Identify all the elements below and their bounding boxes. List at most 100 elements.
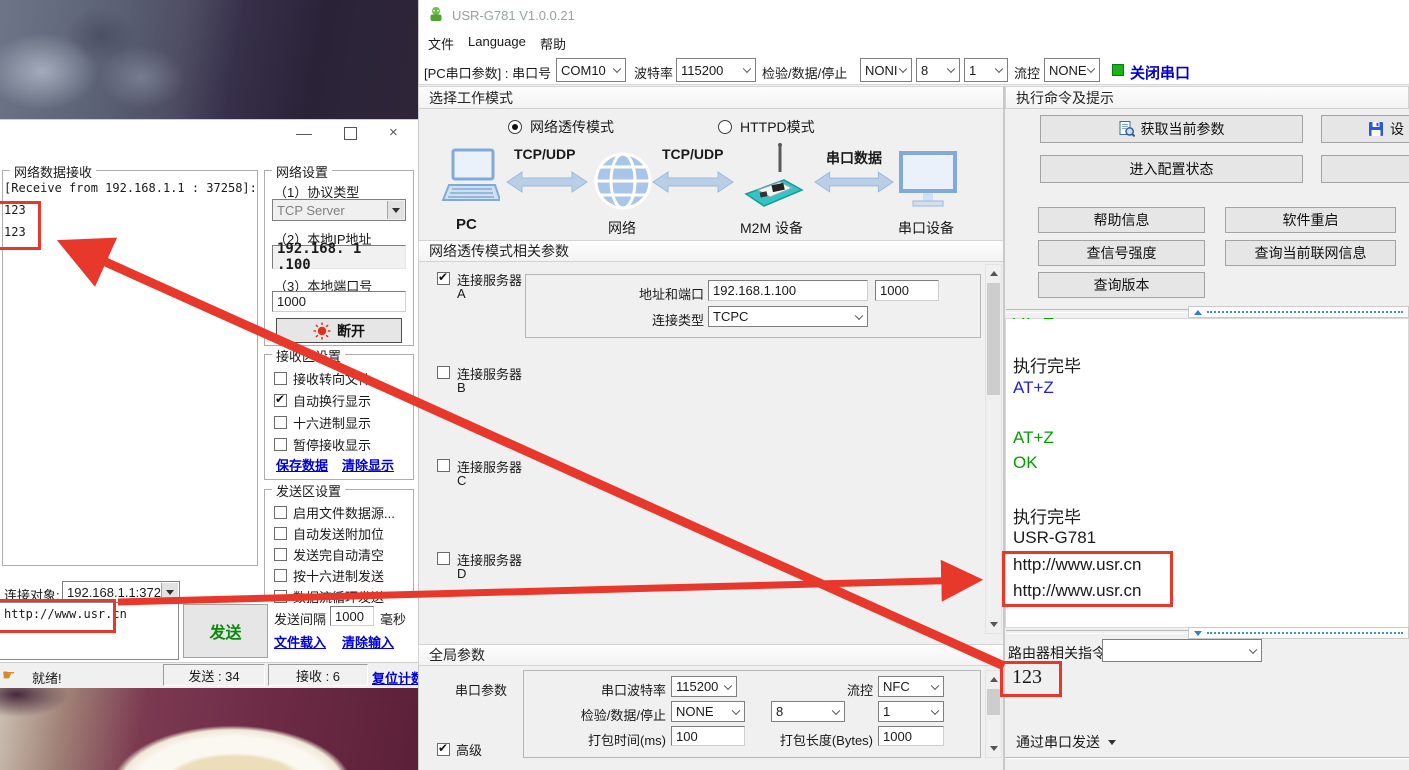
double-arrow-icon: [652, 170, 734, 194]
com-port-select[interactable]: COM10: [556, 58, 626, 82]
checkbox-hex-display[interactable]: 十六进制显示: [274, 413, 371, 432]
scroll-down-icon[interactable]: [986, 741, 1001, 756]
software-restart-button[interactable]: 软件重启: [1225, 207, 1396, 233]
g-stopbits-value: 1: [883, 704, 890, 719]
dropdown-arrow-icon[interactable]: [387, 201, 404, 219]
receive-group-title: 网络数据接收: [10, 162, 96, 181]
menu-help[interactable]: 帮助: [540, 34, 566, 53]
status-ready-text: 就绪!: [32, 668, 62, 687]
checkbox-label: 数据流循环发送: [293, 587, 384, 606]
radio-httpd-mode[interactable]: HTTPD模式: [718, 117, 815, 137]
net-info-button[interactable]: 查询当前联网信息: [1225, 240, 1396, 266]
clear-display-link[interactable]: 清除显示: [342, 455, 394, 474]
screen: × 网络数据接收 [Receive from 192.168.1.1 : 372…: [0, 0, 1409, 770]
log-splitter[interactable]: [1188, 306, 1409, 318]
enter-config-button[interactable]: 进入配置状态: [1040, 155, 1303, 183]
stopbits-select[interactable]: 1: [964, 58, 1008, 82]
pc-label: PC: [456, 216, 477, 233]
g-baud-select[interactable]: 115200: [671, 676, 737, 697]
checkbox-recv-to-file[interactable]: 接收转向文件...: [274, 369, 382, 388]
close-icon[interactable]: ×: [389, 124, 398, 141]
packlen-input[interactable]: 1000: [878, 726, 944, 746]
checkbox-file-source[interactable]: 启用文件数据源...: [274, 503, 395, 522]
checkbox-loop-send[interactable]: 数据流循环发送: [274, 587, 384, 606]
checkbox-pause-recv[interactable]: 暂停接收显示: [274, 435, 371, 454]
reset-counter-link[interactable]: 复位计数: [372, 668, 418, 687]
flow-select[interactable]: NONE: [1044, 58, 1100, 82]
packtime-input[interactable]: 100: [671, 726, 745, 746]
send-interval-input[interactable]: 1000: [330, 606, 374, 626]
maximize-icon[interactable]: [344, 127, 357, 140]
collapse-down-icon[interactable]: [1194, 631, 1202, 636]
log-line: AT+Z: [1013, 428, 1054, 448]
checkbox-auto-newline[interactable]: 自动换行显示: [274, 391, 371, 410]
net-params-scrollbar[interactable]: [985, 264, 1002, 634]
splitter-groove[interactable]: [1006, 630, 1188, 634]
server-c-checkbox[interactable]: [437, 459, 450, 472]
local-port-field[interactable]: 1000: [272, 291, 406, 312]
get-params-button[interactable]: 获取当前参数: [1040, 115, 1303, 143]
conn-type-label: 连接类型: [604, 310, 704, 329]
g-stopbits-select[interactable]: 1: [878, 701, 944, 722]
checkbox-auto-append[interactable]: 自动发送附加位: [274, 524, 384, 543]
scroll-thumb[interactable]: [987, 689, 1000, 715]
router-cmd-select[interactable]: [1102, 639, 1262, 662]
menu-file[interactable]: 文件: [428, 34, 454, 53]
router-cmd-label: 路由器相关指令: [1008, 643, 1106, 663]
load-file-link[interactable]: 文件载入: [274, 632, 326, 651]
baud-select[interactable]: 115200: [676, 58, 756, 82]
router-splitter[interactable]: [1188, 627, 1409, 639]
checkbox-icon: [437, 459, 450, 472]
splitter-groove[interactable]: [1006, 309, 1188, 313]
status-ready-icon: ☛: [2, 666, 15, 684]
advanced-checkbox[interactable]: 高级: [437, 740, 482, 759]
cutoff-button[interactable]: [1321, 155, 1409, 183]
save-data-link[interactable]: 保存数据: [276, 455, 328, 474]
close-serial-button[interactable]: 关闭串口: [1130, 62, 1190, 83]
server-b-checkbox[interactable]: [437, 366, 450, 379]
parity-select[interactable]: NONI: [860, 58, 912, 82]
checkbox-icon: [274, 372, 287, 385]
annotation-box-serial-123: [1000, 661, 1062, 697]
frame-label: 检验/数据/停止: [762, 63, 847, 82]
parity-value: NONI: [865, 63, 898, 78]
conn-type-select[interactable]: TCPC: [708, 306, 868, 327]
signal-strength-button[interactable]: 查信号强度: [1038, 240, 1205, 266]
help-info-button[interactable]: 帮助信息: [1038, 207, 1205, 233]
scroll-down-icon[interactable]: [986, 617, 1001, 632]
clear-input-link[interactable]: 清除输入: [342, 632, 394, 651]
local-ip-field[interactable]: 192.168. 1 .100: [272, 245, 406, 269]
link3-label: 串口数据: [826, 148, 882, 168]
menu-language[interactable]: Language: [468, 34, 526, 49]
scroll-up-icon[interactable]: [986, 672, 1001, 687]
save-params-button[interactable]: 设: [1321, 115, 1409, 143]
scroll-thumb[interactable]: [987, 283, 1000, 395]
minimize-icon[interactable]: [296, 134, 312, 135]
checkbox-clear-after-send[interactable]: 发送完自动清空: [274, 545, 384, 564]
radio-transparent-mode[interactable]: 网络透传模式: [508, 117, 614, 137]
databits-select[interactable]: 8: [916, 58, 960, 82]
checkbox-icon: [274, 438, 287, 451]
server-a-port-input[interactable]: 1000: [875, 280, 939, 301]
g-databits-select[interactable]: 8: [771, 701, 845, 722]
g-flow-label: 流控: [813, 680, 873, 699]
disconnect-button[interactable]: 断开: [276, 318, 402, 343]
g-parity-select[interactable]: NONE: [671, 701, 745, 722]
g-flow-select[interactable]: NFC: [878, 676, 944, 697]
scroll-up-icon[interactable]: [986, 266, 1001, 281]
query-version-button[interactable]: 查询版本: [1038, 272, 1205, 298]
dropdown-arrow-icon[interactable]: [161, 583, 178, 601]
server-a-checkbox[interactable]: [437, 272, 450, 285]
network-globe-icon: [594, 152, 652, 210]
collapse-up-icon[interactable]: [1194, 310, 1202, 315]
log-line: OK: [1013, 453, 1038, 473]
send-via-serial-button[interactable]: 通过串口发送: [1016, 732, 1116, 752]
server-a-address-input[interactable]: 192.168.1.100: [708, 280, 868, 301]
checkbox-label: 接收转向文件...: [293, 369, 382, 388]
checkbox-label: 自动换行显示: [293, 391, 371, 410]
checkbox-send-hex[interactable]: 按十六进制发送: [274, 566, 384, 585]
send-button[interactable]: 发送: [183, 604, 268, 658]
server-d-checkbox[interactable]: [437, 552, 450, 565]
cmd-panel-header: 执行命令及提示: [1005, 86, 1409, 109]
protocol-select[interactable]: TCP Server: [272, 199, 406, 221]
